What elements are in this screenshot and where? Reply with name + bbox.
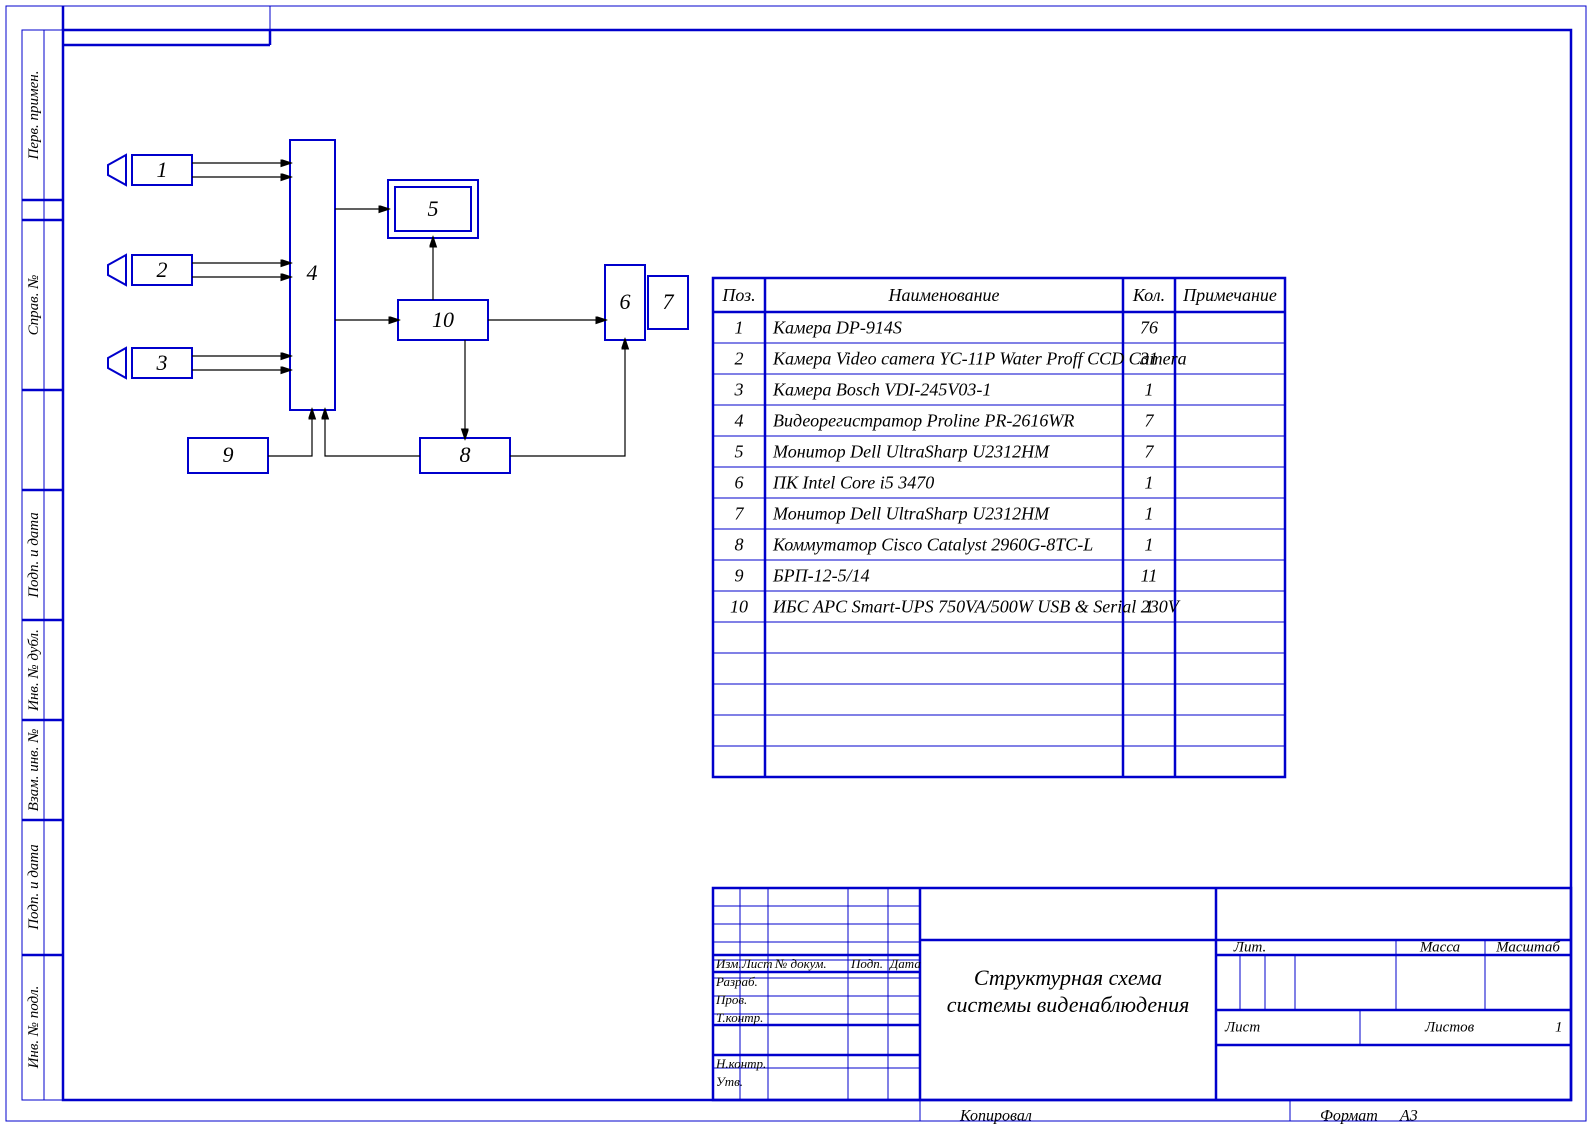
svg-text:№ докум.: № докум. bbox=[774, 956, 827, 971]
svg-text:1: 1 bbox=[157, 157, 168, 182]
svg-text:5: 5 bbox=[735, 442, 744, 462]
side-label: Взам. инв. № bbox=[26, 729, 42, 812]
side-label: Перв. примен. bbox=[26, 71, 42, 161]
svg-text:76: 76 bbox=[1140, 318, 1158, 338]
svg-text:системы виденаблюдения: системы виденаблюдения bbox=[947, 992, 1190, 1017]
svg-text:Поз.: Поз. bbox=[721, 285, 755, 305]
svg-text:Наименование: Наименование bbox=[887, 285, 999, 305]
drawing-sheet: Перв. примен. Справ. № Подп. и дата Инв.… bbox=[0, 0, 1592, 1127]
svg-text:4: 4 bbox=[307, 260, 318, 285]
svg-text:9: 9 bbox=[223, 442, 234, 467]
svg-text:Дата: Дата bbox=[888, 956, 921, 971]
svg-text:3: 3 bbox=[734, 380, 744, 400]
svg-text:10: 10 bbox=[730, 597, 748, 617]
svg-text:31: 31 bbox=[1139, 349, 1158, 369]
svg-text:10: 10 bbox=[432, 307, 454, 332]
svg-text:2: 2 bbox=[157, 257, 168, 282]
svg-text:Масштаб: Масштаб bbox=[1495, 939, 1560, 955]
svg-text:ПК Intel Core i5 3470: ПК Intel Core i5 3470 bbox=[772, 473, 934, 493]
svg-text:Подп.: Подп. bbox=[850, 956, 883, 971]
svg-text:Лист: Лист bbox=[1224, 1019, 1260, 1035]
parts-table: Поз. Наименование Кол. Примечание 1 Камера DP… bbox=[713, 278, 1285, 777]
svg-text:Лист: Лист bbox=[741, 956, 772, 971]
svg-text:Изм.: Изм. bbox=[715, 956, 742, 971]
svg-text:8: 8 bbox=[460, 442, 471, 467]
block-diagram: 1 2 3 4 5 10 8 9 bbox=[108, 140, 688, 473]
svg-text:6: 6 bbox=[735, 473, 744, 493]
svg-text:8: 8 bbox=[735, 535, 744, 555]
format-label: Формат bbox=[1320, 1108, 1378, 1125]
side-label: Подп. и дата bbox=[26, 844, 42, 931]
svg-text:Н.контр.: Н.контр. bbox=[715, 1056, 766, 1071]
svg-text:Лит.: Лит. bbox=[1233, 939, 1266, 955]
svg-text:ИБС APC Smart-UPS 750VA/500W U: ИБС APC Smart-UPS 750VA/500W USB & Seria… bbox=[772, 597, 1181, 617]
kopiroval: Копировал bbox=[959, 1108, 1032, 1125]
side-label: Подп. и дата bbox=[26, 512, 42, 599]
svg-text:Структурная схема: Структурная схема bbox=[974, 965, 1162, 990]
svg-text:Камера Bosch VDI-245V03-1: Камера Bosch VDI-245V03-1 bbox=[772, 380, 991, 400]
svg-text:Пров.: Пров. bbox=[715, 992, 747, 1007]
svg-text:6: 6 bbox=[620, 289, 631, 314]
svg-text:5: 5 bbox=[428, 196, 439, 221]
svg-text:Монитор Dell UltraSharp U2312H: Монитор Dell UltraSharp U2312HM bbox=[772, 442, 1050, 462]
svg-text:Камера Video camera YC-11P Wat: Камера Video camera YC-11P Water Proff C… bbox=[772, 349, 1187, 369]
svg-text:7: 7 bbox=[663, 289, 675, 314]
block-6-7: 6 7 bbox=[605, 265, 688, 340]
svg-text:Коммутатор Cisco Catalyst 2960: Коммутатор Cisco Catalyst 2960G-8TC-L bbox=[772, 535, 1093, 555]
svg-text:1: 1 bbox=[1555, 1019, 1563, 1035]
svg-text:2: 2 bbox=[735, 349, 744, 369]
svg-text:3: 3 bbox=[156, 350, 168, 375]
title-block: Изм. Лист № докум. Подп. Дата Разраб. Пр… bbox=[713, 888, 1571, 1100]
side-label: Справ. № bbox=[26, 275, 42, 336]
svg-text:1: 1 bbox=[1145, 535, 1154, 555]
svg-text:Монитор Dell UltraSharp U2312H: Монитор Dell UltraSharp U2312HM bbox=[772, 504, 1050, 524]
svg-text:1: 1 bbox=[1145, 380, 1154, 400]
svg-text:1: 1 bbox=[735, 318, 744, 338]
camera-1: 1 bbox=[108, 155, 192, 185]
format-value: А3 bbox=[1399, 1108, 1418, 1125]
svg-text:Утв.: Утв. bbox=[716, 1074, 743, 1089]
side-label: Инв. № дубл. bbox=[26, 629, 42, 712]
svg-text:Масса: Масса bbox=[1419, 939, 1460, 955]
block-5: 5 bbox=[388, 180, 478, 238]
svg-text:7: 7 bbox=[735, 504, 745, 524]
svg-text:1: 1 bbox=[1145, 473, 1154, 493]
camera-2: 2 bbox=[108, 255, 192, 285]
svg-text:Камера DP-914S: Камера DP-914S bbox=[772, 318, 902, 338]
svg-text:Листов: Листов bbox=[1424, 1019, 1475, 1035]
svg-text:9: 9 bbox=[735, 566, 744, 586]
svg-text:1: 1 bbox=[1145, 504, 1154, 524]
svg-text:Т.контр.: Т.контр. bbox=[716, 1010, 763, 1025]
svg-text:4: 4 bbox=[735, 411, 744, 431]
svg-text:Примечание: Примечание bbox=[1182, 285, 1277, 305]
svg-text:7: 7 bbox=[1145, 442, 1155, 462]
svg-text:Разраб.: Разраб. bbox=[715, 974, 758, 989]
side-label: Инв. № подл. bbox=[26, 986, 42, 1070]
sidebar: Перв. примен. Справ. № Подп. и дата Инв.… bbox=[22, 30, 63, 1100]
svg-text:1: 1 bbox=[1145, 597, 1154, 617]
camera-3: 3 bbox=[108, 348, 192, 378]
svg-text:Видеорегистратор Proline PR-26: Видеорегистратор Proline PR-2616WR bbox=[773, 411, 1074, 431]
svg-text:Кол.: Кол. bbox=[1132, 285, 1165, 305]
svg-text:11: 11 bbox=[1141, 566, 1158, 586]
svg-text:7: 7 bbox=[1145, 411, 1155, 431]
svg-text:БРП-12-5/14: БРП-12-5/14 bbox=[772, 566, 870, 586]
